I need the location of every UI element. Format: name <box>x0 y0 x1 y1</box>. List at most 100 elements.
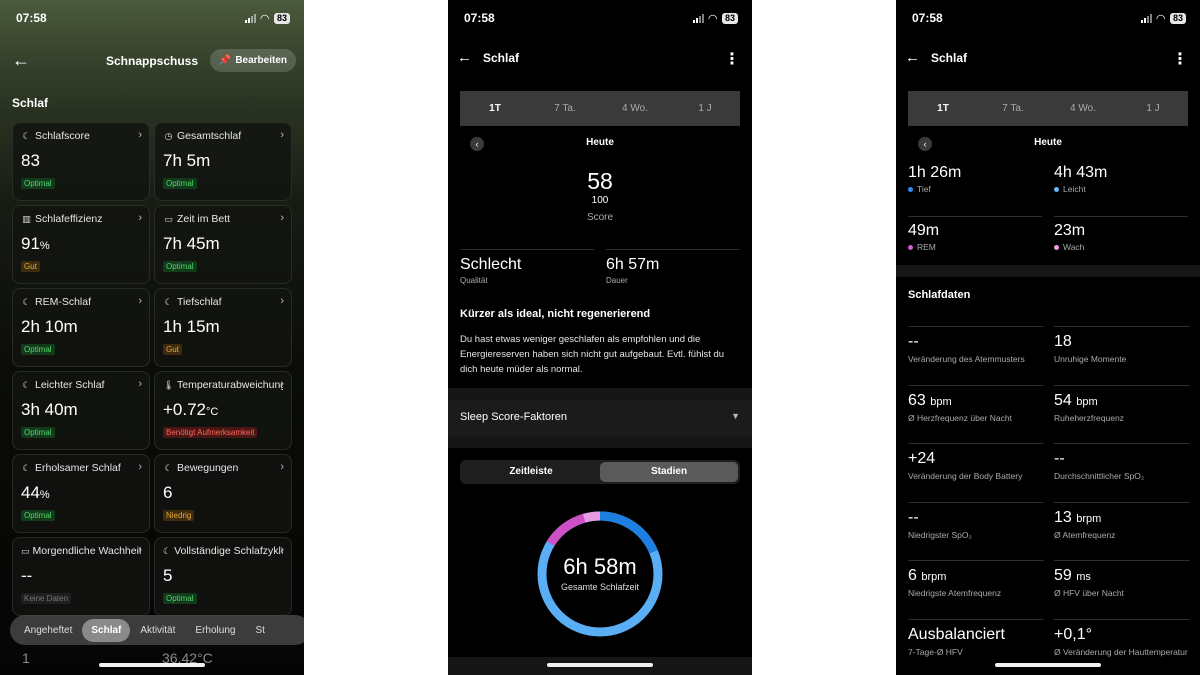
period-tab[interactable]: 4 Wo. <box>600 91 670 126</box>
metric-grid: ☾ Schlafscore › 83 Optimal ◷ Gesamtschlaf › 7h 5… <box>12 122 293 616</box>
legend-dot-icon <box>1054 186 1059 192</box>
back-arrow-icon[interactable]: ← <box>457 49 472 66</box>
sleep-data-item[interactable]: 18 Unruhige Momente <box>1054 326 1190 364</box>
stage-label-row: REM <box>908 242 1042 252</box>
moon-icon: ☾ <box>22 462 31 473</box>
period-tab[interactable]: 7 Ta. <box>530 91 600 126</box>
sleep-data-item[interactable]: 6 brpm Niedrigste Atemfrequenz <box>908 560 1044 598</box>
chevron-right-icon: › <box>280 378 284 390</box>
metric-card[interactable]: ▭ Zeit im Bett › 7h 45m Optimal <box>154 205 292 284</box>
status-time: 07:58 <box>464 11 495 25</box>
metric-card-header: ☾ Schlafscore <box>21 130 141 142</box>
sleep-data-label: Niedrigste Atemfrequenz <box>908 588 1002 598</box>
status-badge: Niedrig <box>163 510 195 521</box>
tab-st[interactable]: St <box>245 625 274 636</box>
moon-icon: ☾ <box>22 296 31 307</box>
sleep-data-unit: bpm <box>1076 395 1098 408</box>
sleep-data-label: Ø HFV über Nacht <box>1054 588 1124 598</box>
more-options-icon[interactable]: ⋮ <box>724 49 740 69</box>
toggle-stadien[interactable]: Stadien <box>600 462 738 482</box>
sleep-data-item[interactable]: -- Veränderung des Atemmusters <box>908 326 1044 364</box>
sleep-data-item[interactable]: +0,1° Ø Veränderung der Hauttemperatur <box>1054 618 1190 657</box>
metric-card-header: ▥ Schlafeffizienz <box>21 213 141 225</box>
stage-label: REM <box>917 242 936 252</box>
tab-erholung[interactable]: Erholung <box>185 625 245 636</box>
chevron-right-icon: › <box>138 212 142 224</box>
metric-card[interactable]: ☾ Leichter Schlaf › 3h 40m Optimal <box>12 371 150 450</box>
metric-card[interactable]: ☾ Vollständige Schlafzyklen › 5 Optimal <box>154 537 292 616</box>
sleep-data-number: -- <box>908 508 919 526</box>
metric-card[interactable]: ▭ Morgendliche Wachheit › -- Keine Daten <box>12 537 150 616</box>
metric-card-header: ☾ Leichter Schlaf <box>21 379 141 391</box>
status-badge: Optimal <box>163 261 197 272</box>
metric-card-header: ▭ Morgendliche Wachheit <box>21 545 141 557</box>
sleep-data-item[interactable]: -- Niedrigster SpO₂ <box>908 501 1044 540</box>
sleep-data-item[interactable]: 13 brpm Ø Atemfrequenz <box>1054 501 1190 540</box>
metric-card-value: -- <box>21 566 141 588</box>
metric-card-value: 7h 45m <box>163 234 283 256</box>
period-tab[interactable]: 4 Wo. <box>1048 91 1118 126</box>
chevron-right-icon: › <box>138 295 142 307</box>
chevron-right-icon: › <box>280 129 284 141</box>
sleep-data-value: 13 brpm <box>1054 508 1190 529</box>
metric-value-number: 83 <box>21 151 40 170</box>
metric-card[interactable]: ☾ Erholsamer Schlaf › 44% Optimal <box>12 454 150 533</box>
edit-button[interactable]: 📌 Bearbeiten <box>209 49 296 72</box>
sleep-data-item[interactable]: 59 ms Ø HFV über Nacht <box>1054 560 1190 598</box>
metric-card[interactable]: ▥ Schlafeffizienz › 91% Gut <box>12 205 150 284</box>
sleep-stage-item: 1h 26m Tief <box>908 164 1042 194</box>
metric-card[interactable]: ☾ Tiefschlaf › 1h 15m Gut <box>154 288 292 367</box>
signal-icon <box>692 13 704 23</box>
sleep-data-item[interactable]: 63 bpm Ø Herzfrequenz über Nacht <box>908 384 1044 423</box>
clock-icon: ◷ <box>164 130 173 141</box>
tab-aktivität[interactable]: Aktivität <box>130 625 185 636</box>
sleep-data-value: 6 brpm <box>908 566 1044 587</box>
moon-icon: ☾ <box>163 545 172 556</box>
stage-label-row: Wach <box>1054 242 1188 252</box>
period-tab[interactable]: 1 J <box>1118 91 1188 126</box>
home-indicator[interactable] <box>995 663 1101 667</box>
metric-card[interactable]: ◷ Gesamtschlaf › 7h 5m Optimal <box>154 122 292 201</box>
metric-card-header: ☾ Erholsamer Schlaf <box>21 462 141 474</box>
donut-awake-segment <box>582 511 601 523</box>
more-options-icon[interactable]: ⋮ <box>1172 49 1188 69</box>
metric-card-label: Morgendliche Wachheit <box>32 545 141 557</box>
tab-schlaf[interactable]: Schlaf <box>82 618 131 642</box>
status-badge: Benötigt Aufmerksamkeit <box>163 427 258 438</box>
sleep-data-label: Ø Veränderung der Hauttemperatur <box>1054 646 1188 657</box>
period-tab[interactable]: 1T <box>908 91 978 126</box>
metric-value-number: 7h 45m <box>163 234 220 253</box>
tab-angeheftet[interactable]: Angeheftet <box>14 625 82 636</box>
back-arrow-icon[interactable]: ← <box>905 49 920 66</box>
donut-rem-segment <box>546 513 586 547</box>
period-tab[interactable]: 7 Ta. <box>978 91 1048 126</box>
sleep-data-label: Ø Herzfrequenz über Nacht <box>908 412 1012 423</box>
sleep-data-item[interactable]: Ausbalanciert 7-Tage-Ø HFV <box>908 618 1044 657</box>
status-bar: 07:58 ◠ 83 <box>464 10 738 26</box>
metric-card-value: 5 <box>163 566 283 588</box>
metric-card[interactable]: ☾ Bewegungen › 6 Niedrig <box>154 454 292 533</box>
metric-card[interactable]: ☾ REM-Schlaf › 2h 10m Optimal <box>12 288 150 367</box>
metric-card[interactable]: 🌡 Temperaturabweichung › +0.72°C Benötigt Au… <box>154 371 292 450</box>
status-time: 07:58 <box>912 11 943 25</box>
sleep-data-item[interactable]: 54 bpm Ruheherzfrequenz <box>1054 384 1190 423</box>
period-tab[interactable]: 1T <box>460 91 530 126</box>
stage-label: Leicht <box>1063 184 1086 194</box>
score-factors-dropdown[interactable]: Sleep Score-Faktoren ▼ <box>448 400 752 436</box>
metric-card-header: ☾ Bewegungen <box>163 462 283 474</box>
date-label: Heute <box>586 137 614 148</box>
metric-card[interactable]: ☾ Schlafscore › 83 Optimal <box>12 122 150 201</box>
sleep-data-item[interactable]: +24 Veränderung der Body Battery <box>908 443 1044 481</box>
home-indicator[interactable] <box>547 663 653 667</box>
status-badge: Optimal <box>163 593 197 604</box>
toggle-zeitleiste[interactable]: Zeitleiste <box>462 462 600 482</box>
period-tab[interactable]: 1 J <box>670 91 740 126</box>
chevron-right-icon: › <box>138 461 142 473</box>
quality-metric: Schlecht Qualität <box>460 249 594 285</box>
stage-duration: 4h 43m <box>1054 164 1108 181</box>
sleep-data-item[interactable]: -- Durchschnittlicher SpO₂ <box>1054 443 1190 481</box>
metric-card-label: Erholsamer Schlaf <box>35 462 121 474</box>
metric-value-unit: % <box>39 240 50 252</box>
home-indicator[interactable] <box>99 663 205 667</box>
sleep-stage-item: 23m Wach <box>1054 222 1188 252</box>
